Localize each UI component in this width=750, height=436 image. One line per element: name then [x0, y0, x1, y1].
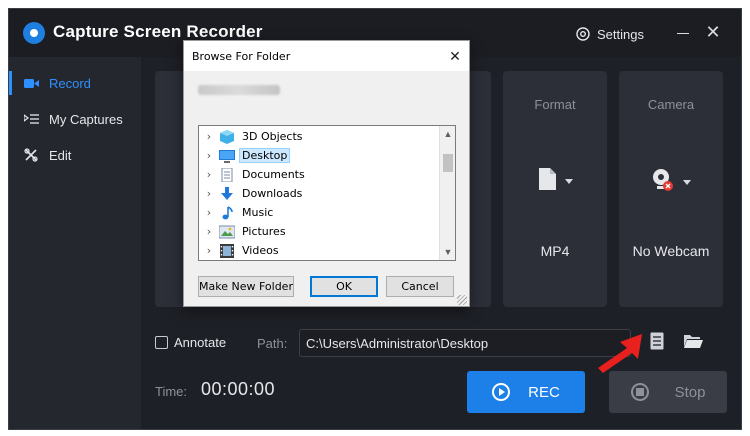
chevron-right-icon[interactable]: › — [199, 168, 219, 181]
tree-item-pictures[interactable]: › Pictures — [199, 222, 289, 241]
blurred-instruction-text — [198, 85, 280, 95]
documents-icon — [219, 167, 235, 182]
chevron-right-icon[interactable]: › — [199, 206, 219, 219]
annotate-checkbox[interactable]: Annotate — [155, 335, 226, 350]
minimize-button[interactable] — [673, 23, 693, 43]
sidebar-item-my-captures[interactable]: My Captures — [9, 103, 141, 135]
sidebar-item-label: Edit — [49, 147, 72, 163]
record-play-icon — [492, 383, 511, 401]
chevron-right-icon[interactable]: › — [199, 149, 219, 162]
settings-label: Settings — [597, 26, 644, 42]
downloads-icon — [219, 186, 235, 201]
path-input[interactable] — [299, 329, 631, 357]
tree-item-documents[interactable]: › Documents — [199, 165, 308, 184]
list-icon — [23, 111, 39, 127]
camera-panel[interactable]: Camera No Webcam — [619, 71, 723, 307]
sidebar-item-label: Record — [49, 75, 91, 91]
browse-folder-dialog: Browse For Folder ✕ › 3D Objects › Deskt… — [183, 40, 470, 307]
chevron-right-icon[interactable]: › — [199, 187, 219, 200]
stop-icon — [630, 383, 649, 401]
time-label: Time: — [155, 384, 188, 399]
tree-item-label: Downloads — [242, 187, 303, 200]
chevron-down-icon — [683, 180, 691, 185]
format-panel[interactable]: Format MP4 — [503, 71, 607, 307]
make-new-folder-button[interactable]: Make New Folder — [198, 276, 294, 297]
sidebar: Record My Captures Edit — [9, 57, 141, 429]
format-dropdown[interactable] — [503, 167, 607, 196]
chevron-right-icon[interactable]: › — [199, 130, 219, 143]
tools-icon — [23, 147, 39, 163]
scroll-down-icon[interactable]: ▼ — [440, 244, 455, 260]
dialog-title: Browse For Folder — [192, 50, 291, 63]
checkbox-box[interactable] — [155, 336, 168, 349]
path-label: Path: — [257, 336, 288, 351]
tree-item-videos[interactable]: › Videos — [199, 241, 282, 260]
tree-item-label: Desktop — [239, 148, 291, 163]
chevron-down-icon — [565, 179, 573, 184]
tree-item-label: Pictures — [242, 225, 286, 238]
pictures-icon — [218, 225, 236, 239]
video-camera-icon — [23, 75, 39, 91]
videos-icon — [219, 243, 235, 258]
browse-folder-button[interactable] — [681, 331, 705, 355]
camera-dropdown[interactable] — [619, 167, 723, 198]
3d-objects-icon — [219, 129, 235, 144]
tree-item-label: 3D Objects — [242, 130, 303, 143]
settings-button[interactable]: Settings — [575, 23, 644, 45]
camera-title: Camera — [647, 97, 695, 112]
resize-grip-icon[interactable] — [457, 295, 467, 305]
app-logo-icon — [23, 22, 45, 44]
folder-tree[interactable]: › 3D Objects › Desktop › Documents › Dow… — [198, 125, 456, 261]
webcam-off-icon — [651, 167, 675, 198]
scroll-thumb[interactable] — [443, 154, 453, 172]
dialog-close-button[interactable]: ✕ — [446, 47, 464, 65]
dialog-title-bar: Browse For Folder ✕ — [184, 41, 469, 71]
desktop-icon — [219, 149, 235, 163]
format-value: MP4 — [540, 243, 570, 259]
tree-item-label: Videos — [242, 244, 279, 257]
sidebar-item-label: My Captures — [49, 111, 123, 127]
stop-button[interactable]: Stop — [609, 371, 727, 413]
gear-icon — [575, 26, 591, 42]
tree-item-3d-objects[interactable]: › 3D Objects — [199, 127, 306, 146]
time-value: 00:00:00 — [201, 379, 276, 399]
ok-button[interactable]: OK — [310, 276, 378, 297]
tree-item-music[interactable]: › Music — [199, 203, 276, 222]
annotate-label: Annotate — [174, 335, 227, 350]
stop-label: Stop — [674, 383, 706, 401]
app-title: Capture Screen Recorder — [53, 22, 263, 41]
music-icon — [219, 205, 235, 220]
tree-item-desktop[interactable]: › Desktop — [199, 146, 291, 165]
camera-value: No Webcam — [632, 243, 710, 259]
folder-open-icon — [683, 333, 703, 354]
file-icon — [537, 167, 557, 196]
sidebar-item-record[interactable]: Record — [9, 67, 141, 99]
sidebar-item-edit[interactable]: Edit — [9, 139, 141, 171]
close-button[interactable]: ✕ — [703, 23, 723, 43]
tree-item-downloads[interactable]: › Downloads — [199, 184, 305, 203]
tree-item-label: Documents — [242, 168, 305, 181]
tree-item-label: Music — [242, 206, 274, 219]
tree-scrollbar[interactable]: ▲ ▼ — [439, 126, 455, 260]
chevron-right-icon[interactable]: › — [199, 225, 219, 238]
cancel-button[interactable]: Cancel — [386, 276, 454, 297]
red-arrow-annotation-icon — [598, 334, 642, 373]
chevron-right-icon[interactable]: › — [199, 244, 219, 257]
scroll-up-icon[interactable]: ▲ — [440, 126, 455, 142]
format-title: Format — [534, 97, 576, 112]
rec-label: REC — [528, 383, 560, 401]
rec-button[interactable]: REC — [467, 371, 585, 413]
list-icon — [650, 332, 664, 355]
